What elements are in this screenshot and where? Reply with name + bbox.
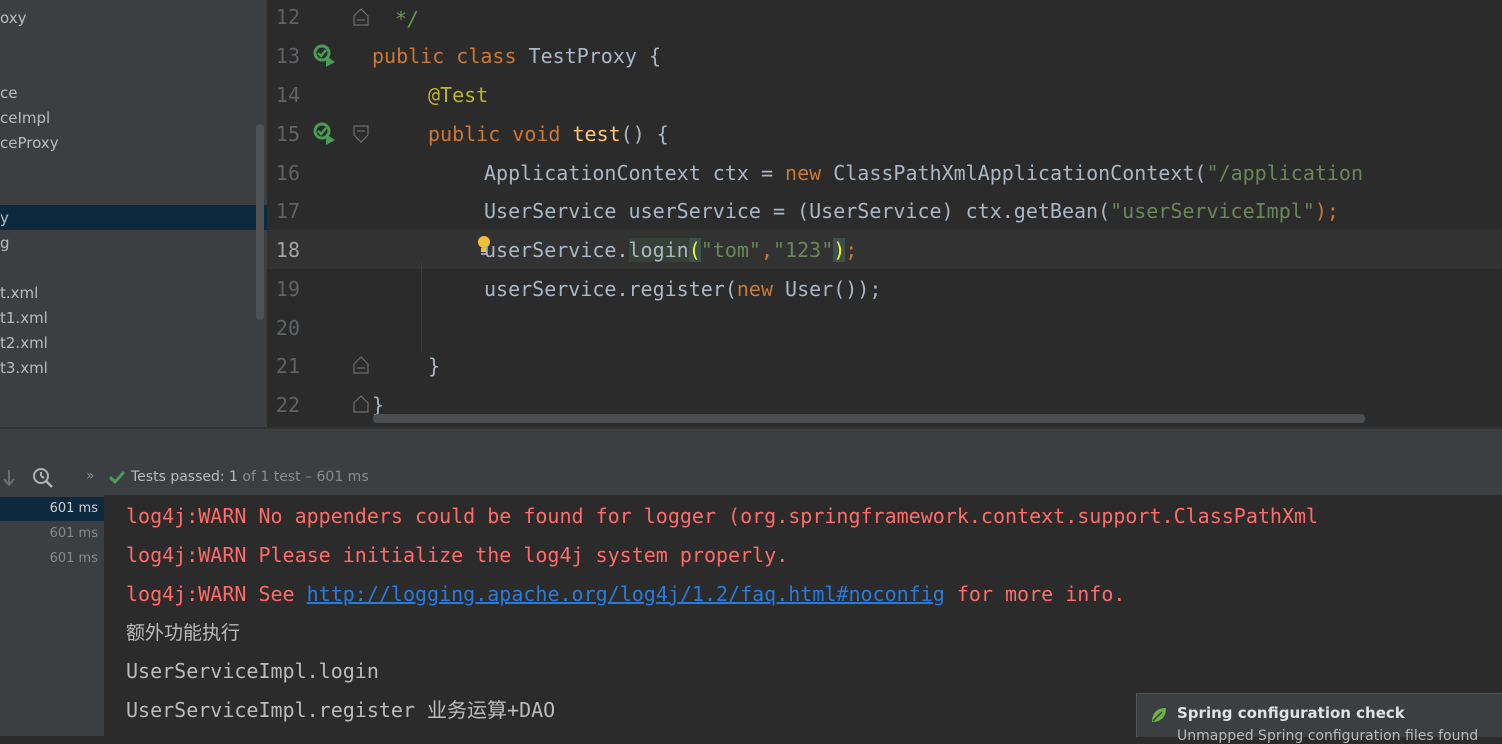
code-line-13: public class TestProxy {: [372, 44, 661, 68]
spring-config-notification[interactable]: Spring configuration check Unmapped Spri…: [1136, 693, 1502, 744]
arrow-down-icon[interactable]: [2, 469, 16, 487]
tree-item[interactable]: t2.xml: [0, 331, 48, 355]
console-output-line: UserServiceImpl.register 业务运算+DAO: [126, 698, 556, 722]
line-number: 22: [275, 393, 300, 417]
console-output-line: 额外功能执行: [126, 622, 241, 644]
code-line-17: UserService userService = (UserService) …: [484, 199, 1339, 223]
line-number: 14: [275, 83, 300, 107]
line-number: 19: [275, 277, 300, 301]
tree-item[interactable]: t1.xml: [0, 306, 48, 330]
test-duration[interactable]: 601 ms: [50, 551, 98, 566]
code-line-21: }: [428, 354, 441, 378]
tree-item[interactable]: oxy: [0, 6, 26, 30]
notification-title: Spring configuration check: [1177, 704, 1405, 722]
tree-item[interactable]: ceProxy: [0, 131, 59, 155]
notification-body: Unmapped Spring configuration files foun…: [1177, 728, 1479, 744]
line-number: 13: [275, 44, 300, 68]
line-number: 12: [275, 5, 300, 29]
run-test-icon[interactable]: [311, 42, 337, 68]
code-line-12: */: [383, 7, 420, 31]
test-status-count: 1: [229, 469, 238, 485]
line-number: 20: [275, 316, 300, 340]
console-link[interactable]: http://logging.apache.org/log4j/1.2/faq.…: [307, 582, 945, 606]
editor-gutter: 12 13 14 15 16 17 18 19 20 21 22: [267, 0, 369, 427]
test-duration[interactable]: 601 ms: [50, 501, 98, 516]
tree-item[interactable]: g: [0, 231, 10, 255]
test-results-tree: 601 ms 601 ms 601 ms: [0, 495, 104, 736]
line-number: 21: [275, 354, 300, 378]
line-number: 15: [275, 122, 300, 146]
tree-item[interactable]: t.xml: [0, 281, 38, 305]
indent-guide: [421, 262, 422, 352]
code-line-16: ApplicationContext ctx = new ClassPathXm…: [484, 161, 1364, 185]
test-status-prefix: Tests passed:: [131, 469, 225, 485]
code-line-19: userService.register(new User());: [484, 277, 882, 301]
tree-item-selected[interactable]: y: [0, 206, 9, 230]
test-duration[interactable]: 601 ms: [50, 526, 98, 541]
tree-item[interactable]: t3.xml: [0, 356, 48, 380]
tree-item[interactable]: ceImpl: [0, 106, 50, 130]
code-editor[interactable]: */ public class TestProxy { @Test public…: [363, 0, 1502, 427]
more-icon[interactable]: »: [86, 468, 95, 484]
run-test-icon[interactable]: [311, 120, 337, 146]
console-output-line: UserServiceImpl.login: [126, 659, 379, 683]
code-line-15: public void test() {: [428, 122, 669, 146]
console-warn-line: log4j:WARN See http://logging.apache.org…: [126, 582, 1126, 606]
test-status-suffix: of 1 test – 601 ms: [242, 469, 369, 485]
code-line-18: userService.login("tom","123");: [484, 238, 858, 262]
line-number: 16: [275, 161, 300, 185]
line-number: 17: [275, 199, 300, 223]
tree-selection-highlight: [0, 205, 267, 230]
console-warn-line: log4j:WARN No appenders could be found f…: [126, 504, 1319, 528]
project-tree: oxy ce ceImpl ceProxy y g t.xml t1.xml t…: [0, 0, 267, 427]
console-warn-line: log4j:WARN Please initialize the log4j s…: [126, 543, 789, 567]
tree-scrollbar[interactable]: [256, 124, 264, 320]
code-line-14: @Test: [428, 83, 489, 107]
spring-leaf-icon: [1152, 708, 1166, 722]
line-number-current: 18: [275, 238, 300, 262]
run-toolbar: » Tests passed: 1 of 1 test – 601 ms: [0, 429, 1502, 495]
test-status: Tests passed: 1 of 1 test – 601 ms: [131, 469, 369, 485]
check-icon: [109, 470, 125, 484]
tree-item[interactable]: ce: [0, 81, 17, 105]
editor-horizontal-scrollbar[interactable]: [373, 414, 1365, 423]
history-search-icon[interactable]: [32, 467, 54, 489]
